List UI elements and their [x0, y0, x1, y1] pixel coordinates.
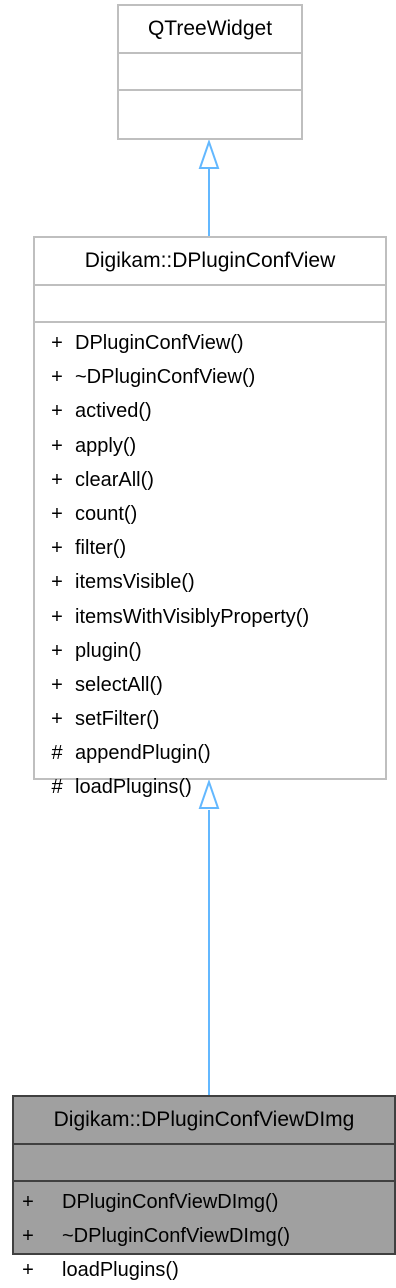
- method-row[interactable]: + apply(): [35, 429, 385, 463]
- methods-section: + DPluginConfView() + ~DPluginConfView() + ac…: [35, 323, 385, 805]
- method-name: appendPlugin(): [75, 742, 211, 765]
- method-visibility: +: [51, 708, 63, 731]
- attributes-section: [35, 286, 385, 323]
- method-visibility: +: [51, 400, 63, 423]
- methods-section: + DPluginConfViewDImg() + ~DPluginConfViewD…: [14, 1182, 394, 1288]
- class-box-dpluginconfview[interactable]: Digikam::DPluginConfView + DPluginConfVie…: [33, 236, 387, 798]
- method-name: DPluginConfView(): [75, 332, 244, 354]
- method-row[interactable]: + ~DPluginConfView(): [35, 360, 385, 394]
- method-visibility: +: [51, 434, 63, 457]
- attributes-section: [119, 54, 301, 91]
- method-name: ~DPluginConfViewDImg(): [62, 1225, 291, 1248]
- methods-section: [119, 91, 301, 128]
- method-row[interactable]: + itemsVisible(): [35, 565, 385, 599]
- method-name: filter(): [75, 537, 127, 560]
- method-row[interactable]: + itemsWithVisiblyProperty(): [35, 600, 385, 634]
- method-visibility: +: [51, 537, 63, 560]
- method-visibility: +: [51, 332, 63, 354]
- method-row[interactable]: + DPluginConfView(): [35, 326, 385, 360]
- method-name: setFilter(): [75, 708, 160, 731]
- class-name: QTreeWidget: [119, 6, 301, 54]
- method-visibility: +: [51, 605, 63, 628]
- method-name: itemsVisible(): [75, 571, 195, 594]
- method-row[interactable]: # loadPlugins(): [35, 770, 385, 804]
- method-visibility: #: [51, 742, 63, 765]
- method-visibility: #: [51, 776, 63, 799]
- method-name: itemsWithVisiblyProperty(): [75, 605, 310, 628]
- method-row[interactable]: + loadPlugins(): [14, 1253, 394, 1287]
- class-name: Digikam::DPluginConfView: [35, 238, 385, 286]
- method-row[interactable]: + actived(): [35, 394, 385, 428]
- method-row[interactable]: + filter(): [35, 531, 385, 565]
- method-row[interactable]: + count(): [35, 497, 385, 531]
- attributes-section: [14, 1145, 394, 1182]
- method-row[interactable]: + setFilter(): [35, 702, 385, 736]
- method-visibility: +: [51, 502, 63, 525]
- method-visibility: +: [51, 673, 63, 696]
- method-row[interactable]: # appendPlugin(): [35, 736, 385, 770]
- method-visibility: +: [51, 366, 63, 389]
- method-name: loadPlugins(): [75, 776, 192, 799]
- method-name: DPluginConfViewDImg(): [62, 1191, 279, 1213]
- method-name: count(): [75, 502, 138, 525]
- class-name: Digikam::DPluginConfViewDImg: [14, 1097, 394, 1145]
- method-name: selectAll(): [75, 673, 163, 696]
- method-row[interactable]: + DPluginConfViewDImg(): [14, 1185, 394, 1219]
- method-name: clearAll(): [75, 468, 154, 491]
- edge-dpluginconfviewdimg-to-dpluginconfview: [198, 778, 220, 1095]
- method-visibility: +: [22, 1259, 34, 1282]
- method-name: actived(): [75, 400, 152, 423]
- method-row[interactable]: + selectAll(): [35, 668, 385, 702]
- class-box-dpluginconfviewdimg[interactable]: Digikam::DPluginConfViewDImg + DPluginCon…: [12, 1095, 396, 1281]
- method-visibility: +: [22, 1225, 34, 1248]
- method-row[interactable]: + clearAll(): [35, 463, 385, 497]
- method-name: plugin(): [75, 639, 142, 662]
- method-visibility: +: [51, 468, 63, 491]
- class-box-qtreewidget[interactable]: QTreeWidget: [117, 4, 303, 140]
- method-row[interactable]: + ~DPluginConfViewDImg(): [14, 1219, 394, 1253]
- method-visibility: +: [22, 1191, 34, 1213]
- method-visibility: +: [51, 571, 63, 594]
- method-visibility: +: [51, 639, 63, 662]
- method-row[interactable]: + plugin(): [35, 634, 385, 668]
- edge-dpluginconfview-to-qtreewidget: [198, 138, 220, 236]
- method-name: ~DPluginConfView(): [75, 366, 256, 389]
- method-name: apply(): [75, 434, 137, 457]
- method-name: loadPlugins(): [62, 1259, 179, 1282]
